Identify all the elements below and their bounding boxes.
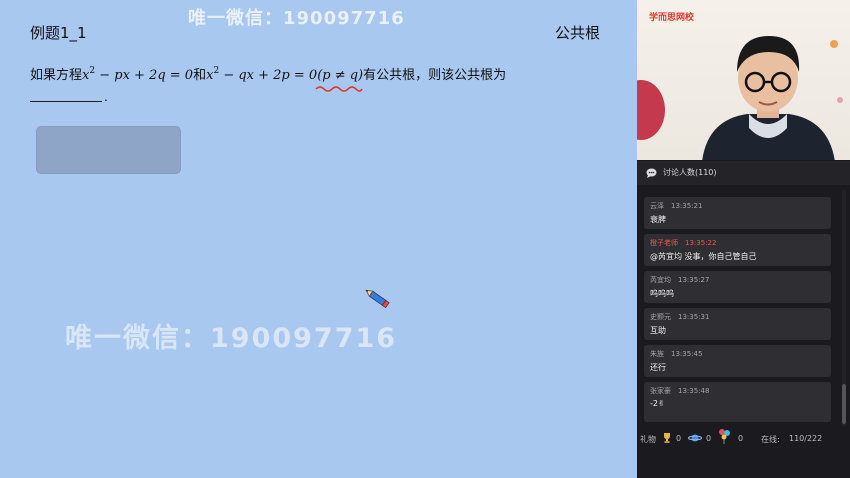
problem-text-2: 和 xyxy=(193,68,207,83)
chat-scrollbar-thumb[interactable] xyxy=(842,384,846,424)
math-eq-2: − qx + 2p = 0 xyxy=(219,68,318,83)
chat-text: -2✌ xyxy=(650,399,665,408)
decor-red-shape xyxy=(637,80,665,140)
problem-statement: 如果方程x2 − px + 2q = 0和x2 − qx + 2p = 0(p … xyxy=(30,64,507,92)
watermark-top: 唯一微信：190097716 xyxy=(188,8,405,29)
condition-wavy-underline: (p ≠ q) xyxy=(315,68,364,92)
whiteboard: 例题1_1 公共根 唯一微信：190097716 如果方程x2 − px + 2… xyxy=(0,0,637,478)
brand-logo-text: 学而思网校 xyxy=(649,13,695,23)
gift-count-3: 0 xyxy=(738,434,744,443)
gift-count-2: 0 xyxy=(706,434,712,443)
chat-text: 互助 xyxy=(650,326,666,335)
live-sidebar: 学而思网校 讨论人数(110) 云泽 13:35:21 衰脾 橙子老师 13:3… xyxy=(637,0,850,478)
teacher-avatar-illustration xyxy=(702,36,835,160)
chat-username: 张家豪 xyxy=(650,387,671,395)
chat-text: 衰脾 xyxy=(650,215,666,224)
chat-username: 云泽 xyxy=(650,202,664,210)
problem-text-3: 有公共根，则该公共根为 xyxy=(363,68,507,83)
trophy-gift-icon[interactable] xyxy=(662,432,672,446)
chat-time: 13:35:45 xyxy=(671,350,703,358)
chat-message-teacher: 橙子老师 13:35:22 @芮宜均 没事，你自己管自己 xyxy=(644,234,831,266)
example-title: 例题1_1 xyxy=(30,24,87,42)
chat-header: 讨论人数(110) xyxy=(637,161,850,185)
chat-message: 史颢元 13:35:31 互助 xyxy=(644,308,831,340)
online-label: 在线: xyxy=(761,435,780,444)
problem-text-1: 如果方程 xyxy=(30,68,83,83)
chat-text: 呜呜呜 xyxy=(650,289,674,298)
chat-username: 史颢元 xyxy=(650,313,671,321)
teacher-video: 学而思网校 xyxy=(637,0,850,160)
chat-time: 13:35:22 xyxy=(685,239,717,247)
chat-message: 云泽 13:35:21 衰脾 xyxy=(644,197,831,229)
pencil-cursor-icon xyxy=(365,288,395,316)
gift-count-1: 0 xyxy=(676,434,682,443)
chat-time: 13:35:31 xyxy=(678,313,710,321)
chat-username: 橙子老师 xyxy=(650,239,678,247)
chat-text: 还行 xyxy=(650,363,666,372)
math-eq-1: − px + 2q = 0 xyxy=(95,68,194,83)
math-condition: (p ≠ q) xyxy=(317,68,364,83)
answer-cover-box[interactable] xyxy=(36,126,181,174)
chat-message: 芮宜均 13:35:27 呜呜呜 xyxy=(644,271,831,303)
watermark-middle: 唯一微信：190097716 xyxy=(65,323,398,354)
chat-message-list[interactable]: 云泽 13:35:21 衰脾 橙子老师 13:35:22 @芮宜均 没事，你自己管自… xyxy=(644,197,831,427)
online-count: 110/222 xyxy=(789,434,823,443)
chat-time: 13:35:27 xyxy=(678,276,710,284)
chat-bubble-icon xyxy=(646,168,657,178)
gift-bar: 礼物 0 0 0 在线: 110/222 xyxy=(640,428,847,447)
chat-text: @芮宜均 没事，你自己管自己 xyxy=(650,252,757,261)
answer-blank xyxy=(30,101,102,102)
decor-dot xyxy=(837,97,843,103)
planet-gift-icon[interactable] xyxy=(688,433,702,445)
chat-message: 朱旌 13:35:45 还行 xyxy=(644,345,831,377)
blank-period: . xyxy=(104,90,108,104)
gift-label: 礼物 xyxy=(640,435,656,444)
chat-username: 芮宜均 xyxy=(650,276,671,284)
balloon-gift-icon[interactable] xyxy=(718,428,732,446)
chat-time: 13:35:21 xyxy=(671,202,703,210)
topic-tag: 公共根 xyxy=(554,24,600,42)
chat-time: 13:35:48 xyxy=(678,387,710,395)
chat-username: 朱旌 xyxy=(650,350,664,358)
chat-message: 张家豪 13:35:48 -2✌ xyxy=(644,382,831,422)
chat-participant-count: 讨论人数(110) xyxy=(663,168,717,177)
